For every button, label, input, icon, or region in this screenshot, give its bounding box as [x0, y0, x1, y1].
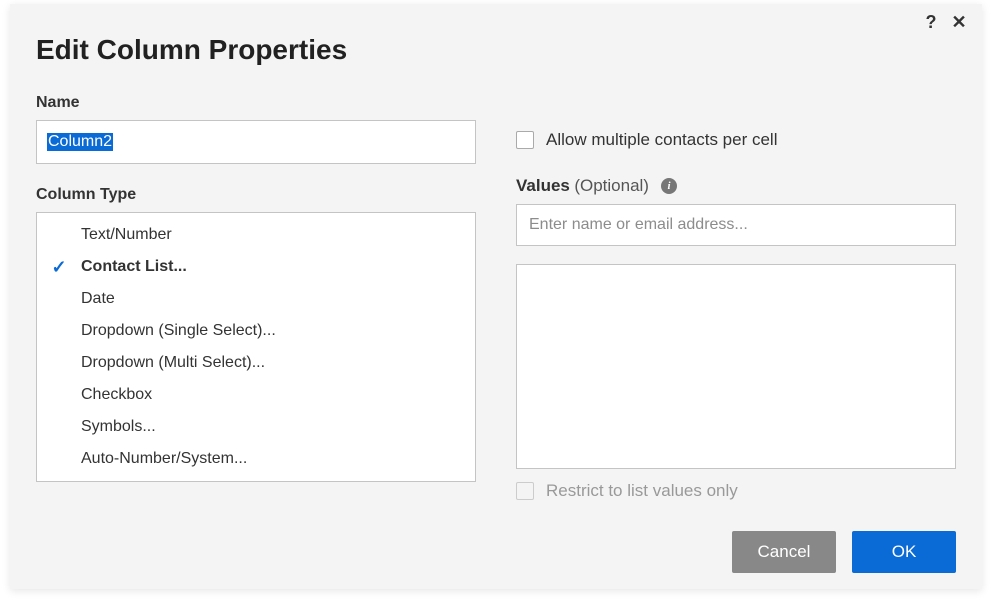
allow-multiple-label: Allow multiple contacts per cell — [546, 130, 777, 150]
restrict-label: Restrict to list values only — [546, 481, 738, 501]
type-item-contact-list[interactable]: ✓ Contact List... — [37, 251, 475, 283]
restrict-row: Restrict to list values only — [516, 481, 956, 501]
dialog-footer: Cancel OK — [732, 531, 956, 573]
type-item-symbols[interactable]: Symbols... — [37, 411, 475, 443]
values-label-row: Values (Optional) i — [516, 176, 956, 196]
type-item-label: Auto-Number/System... — [73, 450, 247, 468]
allow-multiple-row[interactable]: Allow multiple contacts per cell — [516, 130, 956, 150]
name-input[interactable]: Column2 — [36, 120, 476, 164]
column-type-label: Column Type — [36, 186, 476, 204]
dialog-title: Edit Column Properties — [36, 34, 956, 66]
name-label: Name — [36, 94, 476, 112]
check-icon: ✓ — [45, 257, 73, 278]
type-item-label: Text/Number — [73, 226, 172, 244]
right-column: Allow multiple contacts per cell Values … — [516, 94, 956, 501]
type-item-text-number[interactable]: Text/Number — [37, 219, 475, 251]
type-item-checkbox[interactable]: Checkbox — [37, 379, 475, 411]
type-item-dropdown-multi[interactable]: Dropdown (Multi Select)... — [37, 347, 475, 379]
dialog-content: Edit Column Properties Name Column2 Colu… — [10, 4, 982, 521]
type-item-label: Symbols... — [73, 418, 156, 436]
values-input[interactable] — [516, 204, 956, 246]
values-optional: (Optional) — [574, 176, 649, 195]
close-icon[interactable]: ✕ — [950, 12, 968, 33]
restrict-checkbox — [516, 482, 534, 500]
name-input-selection: Column2 — [47, 133, 113, 151]
type-item-label: Checkbox — [73, 386, 152, 404]
type-item-dropdown-single[interactable]: Dropdown (Single Select)... — [37, 315, 475, 347]
allow-multiple-checkbox[interactable] — [516, 131, 534, 149]
values-label: Values — [516, 176, 570, 195]
type-item-label: Date — [73, 290, 115, 308]
type-item-label: Dropdown (Single Select)... — [73, 322, 276, 340]
type-item-date[interactable]: Date — [37, 283, 475, 315]
info-icon[interactable]: i — [661, 178, 677, 194]
edit-column-properties-dialog: ? ✕ Edit Column Properties Name Column2 … — [10, 4, 982, 589]
column-type-list: Text/Number ✓ Contact List... Date Dropd… — [36, 212, 476, 482]
left-column: Name Column2 Column Type Text/Number ✓ C… — [36, 94, 476, 501]
type-item-label: Contact List... — [73, 258, 187, 276]
type-item-auto-number[interactable]: Auto-Number/System... — [37, 443, 475, 475]
ok-button[interactable]: OK — [852, 531, 956, 573]
type-item-label: Dropdown (Multi Select)... — [73, 354, 265, 372]
cancel-button[interactable]: Cancel — [732, 531, 836, 573]
values-list-area[interactable] — [516, 264, 956, 469]
dialog-header-icons: ? ✕ — [922, 12, 968, 33]
help-icon[interactable]: ? — [922, 12, 940, 33]
